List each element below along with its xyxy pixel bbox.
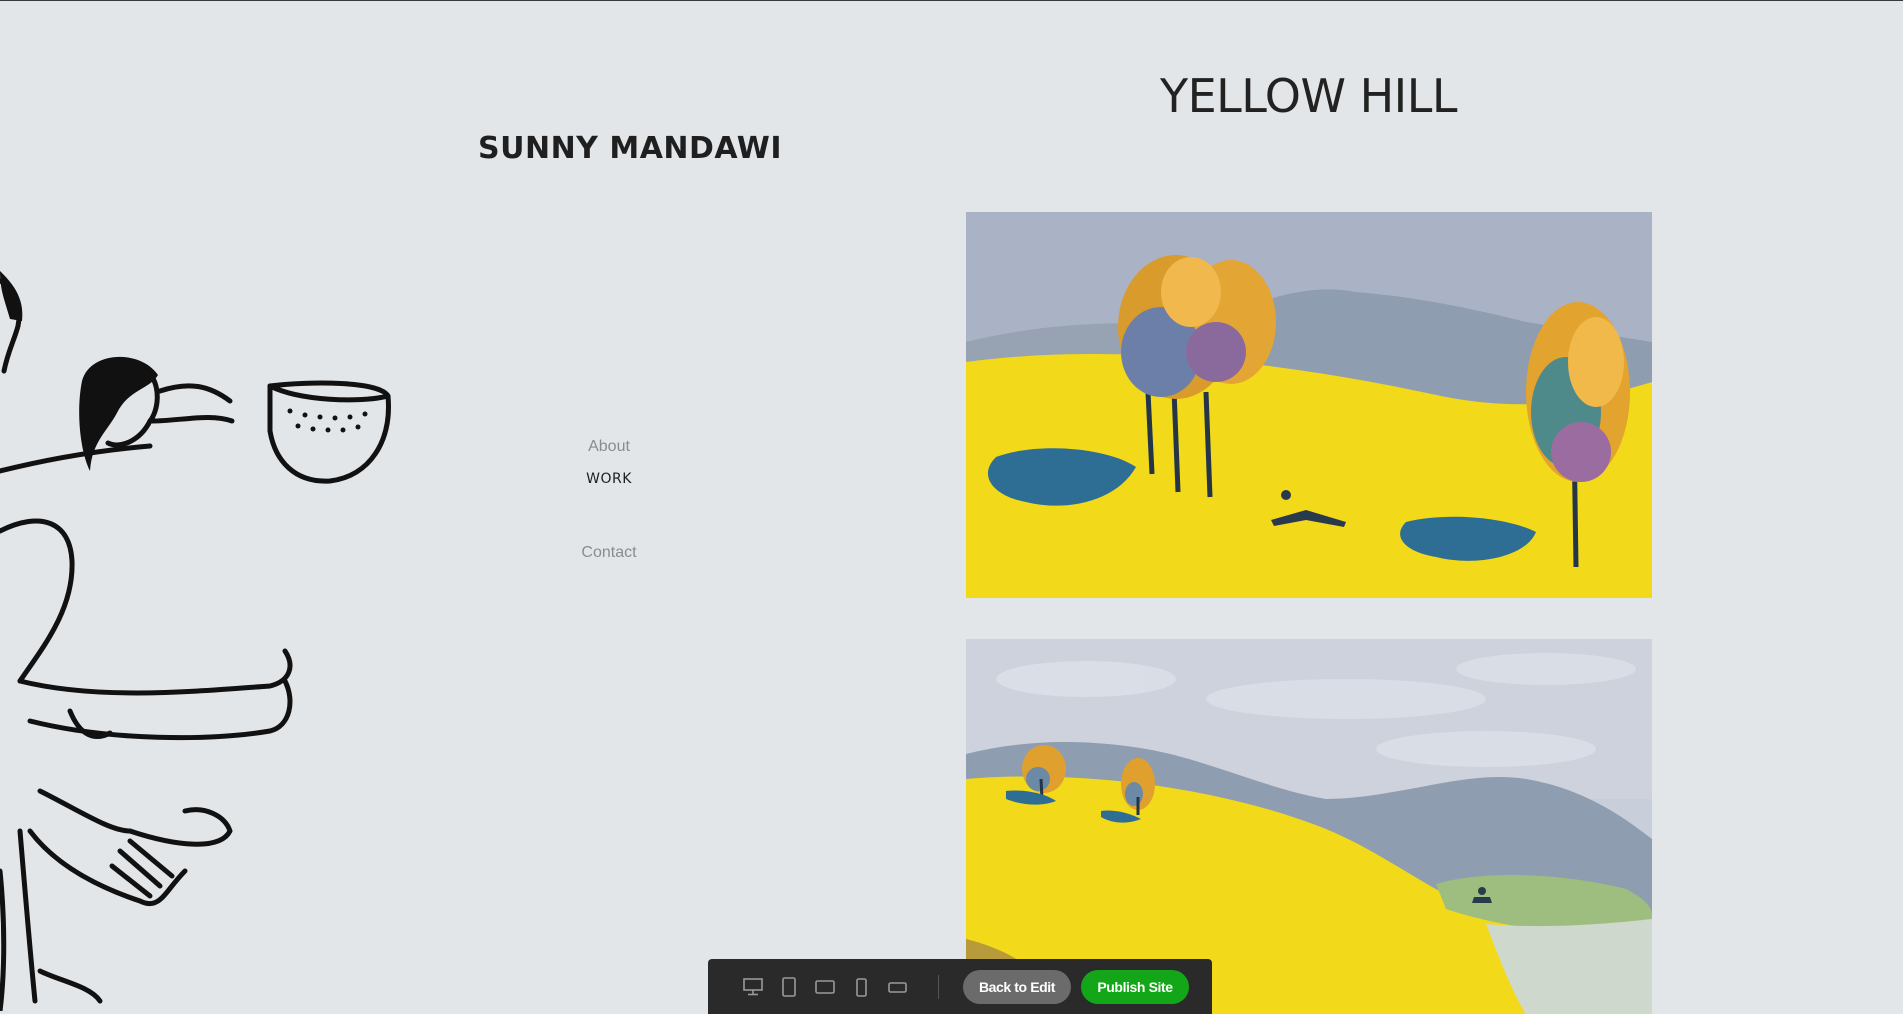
desktop-icon[interactable]	[742, 976, 764, 998]
tablet-landscape-icon[interactable]	[814, 976, 836, 998]
nav-link-about[interactable]: About	[520, 438, 698, 456]
device-switcher	[742, 976, 908, 998]
figures-illustration	[0, 271, 391, 1011]
painting-image-1[interactable]	[966, 212, 1652, 598]
nav-link-work[interactable]: WORK	[520, 471, 698, 487]
phone-portrait-icon[interactable]	[850, 976, 872, 998]
site-title[interactable]: SUNNY MANDAWI	[478, 131, 782, 166]
tablet-portrait-icon[interactable]	[778, 976, 800, 998]
nav-link-contact[interactable]: Contact	[520, 544, 698, 562]
phone-landscape-icon[interactable]	[886, 976, 908, 998]
painting-image-2[interactable]	[966, 639, 1652, 1014]
publish-site-button[interactable]: Publish Site	[1081, 970, 1189, 1004]
page-heading: YELLOW HILL	[1159, 69, 1458, 123]
toolbar-divider	[938, 975, 939, 999]
preview-toolbar: Back to Edit Publish Site	[708, 959, 1212, 1014]
back-to-edit-button[interactable]: Back to Edit	[963, 970, 1071, 1004]
main-nav: About WORK Contact	[520, 438, 698, 562]
